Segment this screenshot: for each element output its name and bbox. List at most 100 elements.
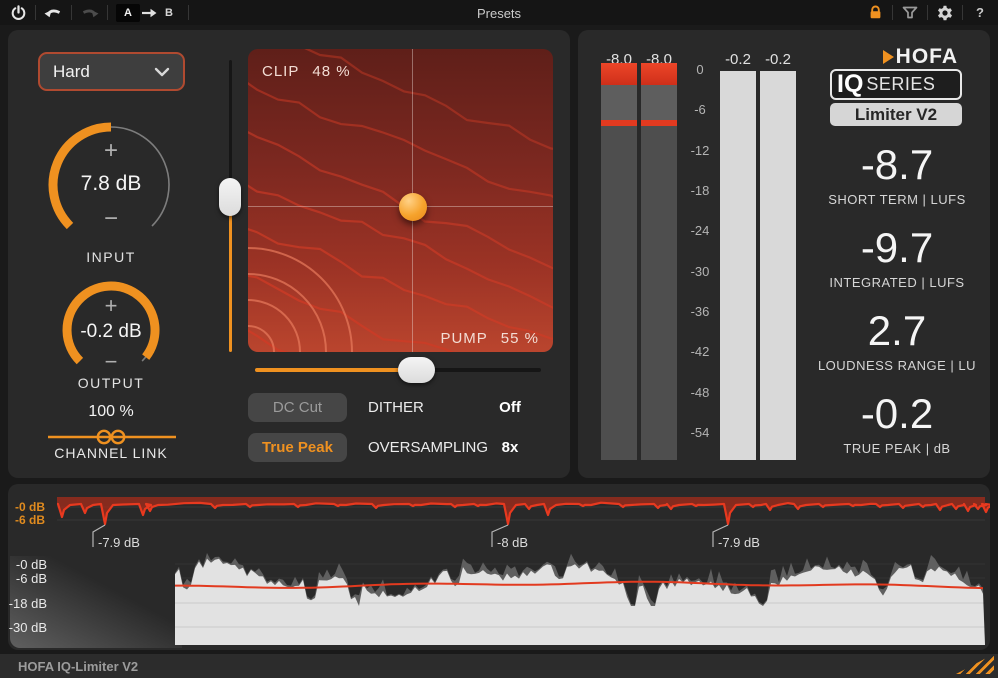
clip-slider-track-upper[interactable]	[229, 60, 232, 179]
pad-handle[interactable]	[399, 193, 427, 221]
wave-scale-label: -18 dB	[8, 596, 47, 611]
toolbar-right-group: ?	[866, 3, 989, 23]
clip-pump-pad[interactable]: CLIP 48 % PUMP 55 %	[248, 49, 553, 352]
wave-scale-label: -30 dB	[8, 620, 47, 635]
input-knob[interactable]: + 7.8 dB −	[41, 115, 181, 255]
pump-value: 55 %	[501, 330, 539, 347]
logo-iq: IQ	[837, 72, 863, 97]
toolbar-separator	[188, 5, 189, 20]
stat-value: 2.7	[791, 308, 998, 354]
true-peak-button[interactable]: True Peak	[248, 433, 347, 462]
stat-value: -9.7	[791, 225, 998, 271]
pump-slider-track-left[interactable]	[255, 368, 408, 372]
meter-scale-label: -42	[680, 344, 720, 359]
pump-label: PUMP	[440, 330, 487, 347]
channel-link-toggle[interactable]	[48, 427, 176, 447]
undo-button[interactable]	[44, 3, 63, 23]
output-increment-button[interactable]: +	[56, 295, 166, 317]
redo-button[interactable]	[80, 3, 99, 23]
toolbar-separator	[927, 5, 928, 20]
pump-slider-track-right[interactable]	[428, 368, 541, 372]
footer: HOFA IQ-Limiter V2	[0, 654, 998, 678]
stat-caption: LOUDNESS RANGE | LU	[791, 358, 998, 373]
stat-value: -0.2	[791, 391, 998, 437]
stat-caption: INTEGRATED | LUFS	[791, 275, 998, 290]
output-value: -0.2 dB	[56, 321, 166, 343]
logo-triangle-icon	[883, 50, 894, 64]
clip-slider-track-lower[interactable]	[229, 215, 232, 352]
output-meter-left	[720, 71, 756, 460]
gr-annotation: -7.9 dB	[98, 535, 140, 550]
channel-link-label: CHANNEL LINK	[21, 445, 201, 461]
ab-slot-b-button[interactable]: B	[158, 4, 180, 22]
stat-true-peak: -0.2 TRUE PEAK | dB	[791, 391, 998, 456]
clip-value: 48 %	[312, 63, 350, 80]
toolbar-separator	[107, 5, 108, 20]
chain-link-icon	[48, 427, 176, 447]
input-label: INPUT	[41, 249, 181, 265]
presets-menu[interactable]: Presets	[477, 6, 521, 21]
main-panel: Hard + 7.8 dB − INPUT + -0.2 dB − OUTPUT…	[8, 30, 570, 478]
gr-annotation: -8 dB	[497, 535, 528, 550]
funnel-icon	[902, 5, 918, 20]
gear-icon	[937, 5, 953, 21]
clip-readout: CLIP 48 %	[262, 63, 351, 80]
output-peak-value-right: -0.2	[753, 51, 803, 68]
meter-scale-label: 0	[680, 62, 720, 77]
toolbar: A B Presets ?	[0, 0, 998, 25]
ab-slot-a-button[interactable]: A	[116, 4, 140, 22]
stat-loudness-range: 2.7 LOUDNESS RANGE | LU	[791, 308, 998, 373]
input-increment-button[interactable]: +	[41, 139, 181, 163]
history-panel: -0 dB -6 dB -0 dB -6 dB -18 dB -30 dB -7…	[8, 484, 990, 650]
dither-value[interactable]: Off	[478, 393, 542, 422]
output-decrement-button[interactable]: −	[56, 351, 166, 373]
toolbar-separator	[962, 5, 963, 20]
dc-cut-button[interactable]: DC Cut	[248, 393, 347, 422]
meter-scale-label: -48	[680, 385, 720, 400]
gr-annotation: -7.9 dB	[718, 535, 760, 550]
gr-scale-label: -6 dB	[8, 513, 45, 527]
output-label: OUTPUT	[56, 375, 166, 391]
arrow-right-icon	[141, 8, 157, 18]
ab-copy-button[interactable]	[140, 3, 158, 23]
channel-link-value: 100 %	[41, 403, 181, 421]
pump-readout: PUMP 55 %	[440, 330, 539, 347]
meter-scale-label: -36	[680, 304, 720, 319]
logo-series: SERIES	[866, 74, 935, 95]
logo-series-box: IQ SERIES	[830, 69, 962, 100]
clip-slider-thumb[interactable]	[219, 178, 241, 216]
history-svg	[8, 484, 990, 650]
clip-label: CLIP	[262, 63, 299, 80]
footer-title: HOFA IQ-Limiter V2	[18, 659, 138, 674]
loudness-stats: -8.7 SHORT TERM | LUFS -9.7 INTEGRATED |…	[791, 142, 998, 474]
chevron-down-icon	[154, 67, 170, 77]
hofa-logo: HOFA IQ SERIES Limiter V2	[830, 46, 962, 126]
output-knob[interactable]: + -0.2 dB −	[56, 275, 166, 385]
settings-button[interactable]	[936, 3, 954, 23]
meter-scale-label: -30	[680, 264, 720, 279]
wave-scale-label: -6 dB	[8, 571, 47, 586]
logo-brand-row: HOFA	[830, 46, 962, 67]
wave-scale-label: -0 dB	[8, 557, 47, 572]
preset-transfer-button[interactable]	[901, 3, 919, 23]
dither-label: DITHER	[368, 393, 424, 422]
logo-product-bar: Limiter V2	[830, 103, 962, 126]
input-decrement-button[interactable]: −	[41, 207, 181, 231]
logo-brand: HOFA	[896, 46, 958, 67]
mode-select[interactable]: Hard	[38, 52, 185, 91]
meter-scale-label: -18	[680, 183, 720, 198]
logo-product: Limiter V2	[855, 105, 937, 125]
meter-scale-label: -12	[680, 143, 720, 158]
help-button[interactable]: ?	[971, 3, 989, 23]
power-button[interactable]	[9, 3, 27, 23]
stat-value: -8.7	[791, 142, 998, 188]
stat-integrated: -9.7 INTEGRATED | LUFS	[791, 225, 998, 290]
toolbar-separator	[35, 5, 36, 20]
stat-caption: TRUE PEAK | dB	[791, 441, 998, 456]
pump-slider-thumb[interactable]	[398, 357, 435, 383]
oversampling-value[interactable]: 8x	[478, 433, 542, 462]
mode-value: Hard	[53, 62, 90, 82]
lock-button[interactable]	[866, 3, 884, 23]
gr-scale-label: -0 dB	[8, 500, 45, 514]
redo-icon	[80, 6, 99, 19]
